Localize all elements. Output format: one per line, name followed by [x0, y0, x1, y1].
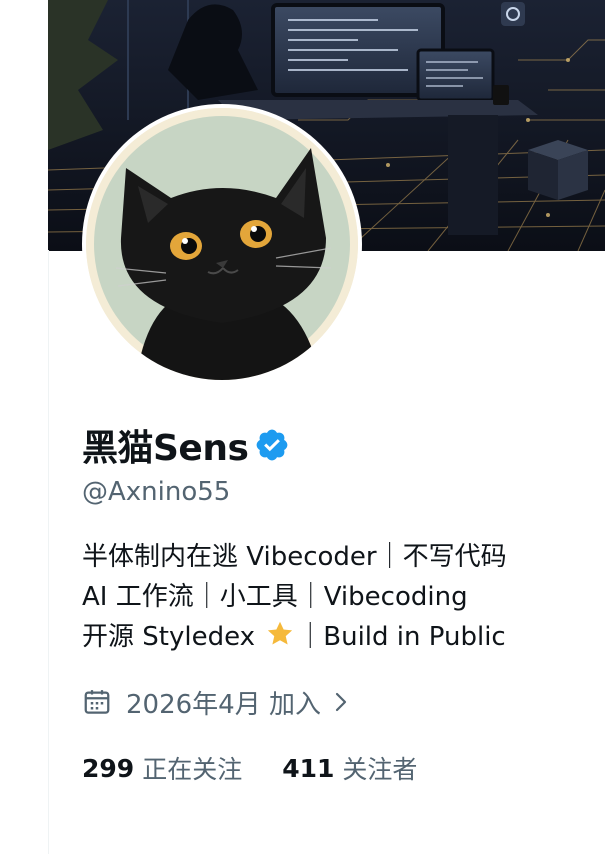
following-label: 正在关注 — [142, 755, 243, 784]
avatar[interactable] — [82, 104, 362, 384]
bio-line-3-end: ｜Build in Public — [297, 622, 506, 652]
bio-line-3-start: 开源 Styledex — [82, 622, 264, 652]
followers-link[interactable]: 411 关注者 — [282, 750, 417, 786]
joined-date-text: 2026年4月 加入 — [126, 689, 321, 720]
timeline-border — [48, 250, 49, 854]
chevron-right-icon — [335, 692, 347, 712]
verified-badge-icon[interactable] — [254, 427, 290, 463]
profile-bio: 半体制内在逃 Vibecoder｜不写代码 AI 工作流｜小工具｜Vibecod… — [82, 537, 582, 657]
follow-stats: 299 正在关注 411 关注者 — [82, 748, 417, 788]
followers-label: 关注者 — [342, 755, 418, 784]
joined-date-row[interactable]: 2026年4月 加入 — [82, 682, 351, 722]
username-handle: @Axnino55 — [82, 477, 231, 507]
following-link[interactable]: 299 正在关注 — [82, 750, 242, 786]
black-cat-avatar-image — [86, 108, 358, 380]
bio-line-3: 开源 Styledex ｜Build in Public — [82, 617, 582, 657]
bio-line-1: 半体制内在逃 Vibecoder｜不写代码 — [82, 542, 507, 572]
followers-count: 411 — [282, 753, 335, 783]
star-emoji-icon — [268, 621, 293, 645]
display-name-row: 黑猫Sens — [82, 420, 290, 470]
bio-line-2: AI 工作流｜小工具｜Vibecoding — [82, 582, 468, 612]
calendar-icon — [84, 690, 110, 714]
following-count: 299 — [82, 753, 135, 783]
display-name: 黑猫Sens — [82, 428, 249, 469]
